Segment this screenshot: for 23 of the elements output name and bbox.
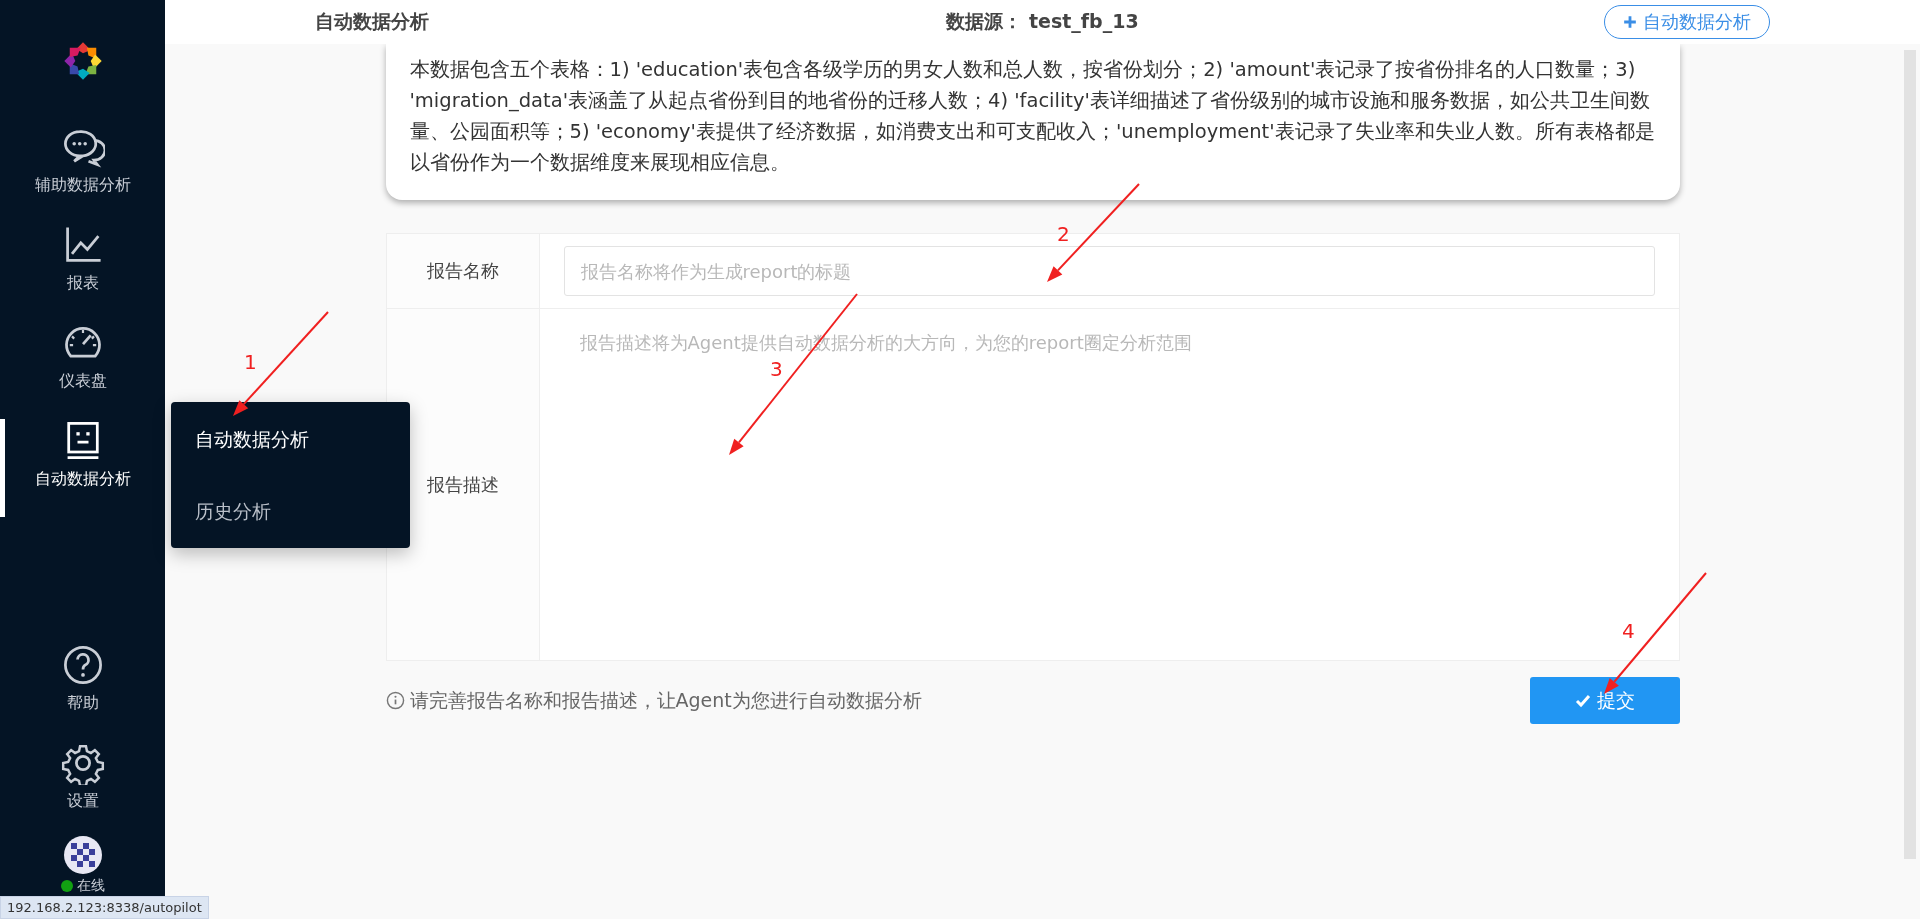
annotation-number: 3 (770, 357, 783, 381)
nav-item[interactable]: 帮助 (0, 643, 165, 741)
datasource-label: 数据源： test_fb_13 (946, 9, 1139, 35)
new-analysis-button[interactable]: 自动数据分析 (1604, 5, 1770, 39)
report-name-field[interactable]: 报告名称将作为生成report的标题 (563, 246, 1655, 296)
info-icon (385, 691, 405, 710)
form-label: 报告描述 (385, 309, 540, 661)
avatar[interactable] (62, 835, 103, 875)
check-icon (1574, 692, 1591, 709)
annotation-number: 1 (244, 350, 257, 374)
description-text: 本数据包含五个表格：1) 'education'表包含各级学历的男女人数和总人数，按省份划分；2) 'amount'表记录了按省份排名的人口数量；3) 'migration_data'表涵盖了从起点省份到目的地省份的迁移人数；4) 'facility'表详细描述了省份级别的城市设施和服务数据，如公共卫生间数量、公园面积等；5) 'economy'表提供了经济数据，如消费支出和可支配收入；'unemployment'表记录了失业率和失业人数。所有表格都是以省份作为一个数据维度来展现相应信息。 (409, 57, 1656, 176)
online-status: 在线 (60, 877, 105, 895)
plus-icon (1623, 15, 1637, 29)
status-url: 192.168.2.123:8338/autopilot (0, 896, 209, 919)
nav-item[interactable]: 报表 (0, 223, 165, 321)
annotation-number: 4 (1622, 619, 1635, 643)
hint-text: 请完善报告名称和报告描述，让Agent为您进行自动数据分析 (409, 687, 922, 713)
nav-item[interactable]: 设置 (0, 741, 165, 839)
nav-item[interactable]: 仪表盘 (0, 321, 165, 419)
annotation-number: 2 (1057, 222, 1070, 246)
nav-item[interactable]: 辅助数据分析 (0, 125, 165, 223)
page-title: 自动数据分析 (315, 9, 430, 34)
form-label: 报告名称 (385, 233, 540, 309)
